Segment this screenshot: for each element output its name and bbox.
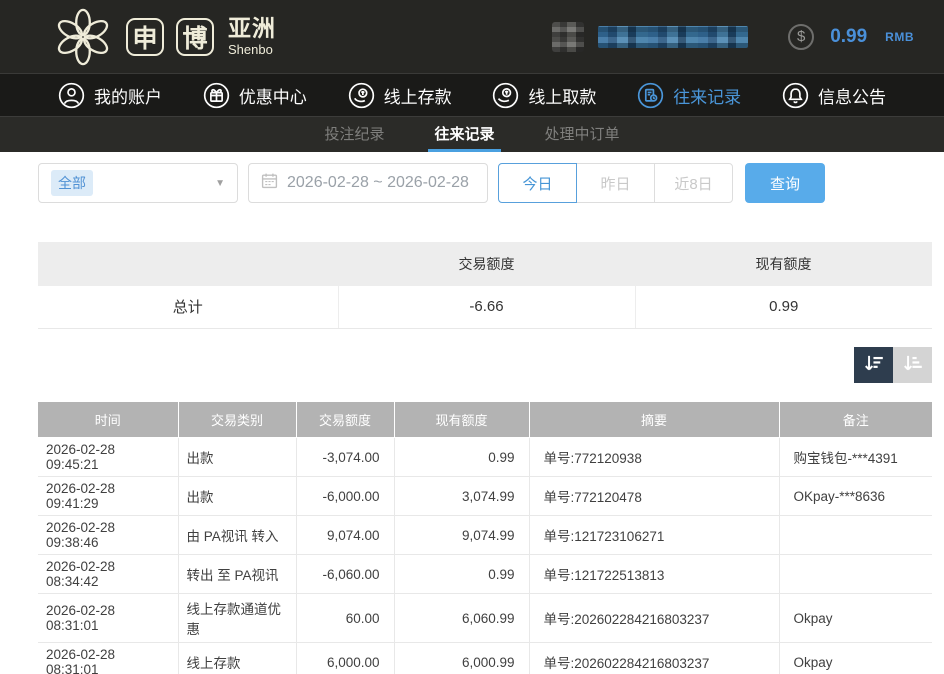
summary-trade-total: -6.66	[338, 286, 635, 328]
date-range-picker[interactable]: 2026-02-28 ~ 2026-02-28	[248, 163, 488, 203]
nav-item-deposit[interactable]: 线上存款	[348, 82, 452, 109]
bell-icon	[782, 82, 809, 109]
brand-logo: 申 博 亚洲 Shenbo	[52, 6, 276, 68]
summary-total-row: 总计 -6.66 0.99	[38, 286, 932, 328]
avatar	[552, 22, 584, 52]
table-row: 2026-02-28 08:31:01 线上存款通道优惠 60.00 6,060…	[38, 594, 932, 643]
calendar-icon	[261, 172, 278, 194]
sort-controls	[38, 347, 932, 383]
col-header-summary: 摘要	[529, 402, 779, 438]
chevron-down-icon: ▼	[215, 178, 225, 189]
sort-ascending-button[interactable]	[893, 347, 932, 383]
col-header-time: 时间	[38, 402, 178, 438]
nav-item-announcements[interactable]: 信息公告	[782, 82, 886, 109]
deposit-icon	[348, 82, 375, 109]
brand-char-shen: 申	[126, 18, 164, 56]
nav-item-withdraw[interactable]: 线上取款	[492, 82, 596, 109]
type-select-value: 全部	[51, 170, 93, 196]
sort-ascending-icon	[902, 352, 924, 377]
summary-header-trade: 交易额度	[338, 242, 635, 286]
summary-total-label: 总计	[38, 286, 338, 328]
nav-item-promotions[interactable]: 优惠中心	[203, 82, 307, 109]
yesterday-button[interactable]: 昨日	[576, 163, 655, 203]
tab-betting-records[interactable]: 投注纪录	[318, 117, 390, 152]
gift-icon	[203, 82, 230, 109]
table-row: 2026-02-28 08:34:42 转出 至 PA视讯 -6,060.00 …	[38, 555, 932, 594]
col-header-amount: 交易额度	[296, 402, 394, 438]
quick-range-group: 今日 昨日 近8日	[498, 163, 733, 203]
dollar-coin-icon: $	[788, 24, 814, 50]
main-nav: 我的账户 优惠中心 线上存款 线上取款 往来记录 信息公告	[0, 73, 944, 116]
table-row: 2026-02-28 09:38:46 由 PA视讯 转入 9,074.00 9…	[38, 516, 932, 555]
nav-item-my-account[interactable]: 我的账户	[58, 82, 162, 109]
flower-logo-icon	[52, 6, 114, 68]
table-row: 2026-02-28 09:41:29 出款 -6,000.00 3,074.9…	[38, 477, 932, 516]
last-8-days-button[interactable]: 近8日	[654, 163, 733, 203]
col-header-type: 交易类别	[178, 402, 296, 438]
nav-item-transactions[interactable]: 往来记录	[637, 82, 741, 109]
summary-header-empty	[38, 242, 338, 286]
brand-region: 亚洲	[228, 17, 276, 40]
brand-char-bo: 博	[176, 18, 214, 56]
withdraw-icon	[492, 82, 519, 109]
username-blurred	[598, 26, 748, 48]
sort-descending-button[interactable]	[854, 347, 893, 383]
today-button[interactable]: 今日	[498, 163, 577, 203]
tab-pending-orders[interactable]: 处理中订单	[539, 117, 626, 152]
balance-currency: RMB	[885, 30, 914, 44]
table-row: 2026-02-28 09:45:21 出款 -3,074.00 0.99 单号…	[38, 438, 932, 477]
records-icon	[637, 82, 664, 109]
tab-transaction-records[interactable]: 往来记录	[428, 117, 500, 152]
summary-table: 交易额度 现有额度 总计 -6.66 0.99	[38, 242, 932, 329]
sub-nav: 投注纪录 往来记录 处理中订单	[0, 116, 944, 152]
top-header: 申 博 亚洲 Shenbo $ 0.99 RMB	[0, 0, 944, 73]
brand-subtitle: Shenbo	[228, 43, 276, 56]
query-button[interactable]: 查询	[745, 163, 825, 203]
summary-balance-total: 0.99	[635, 286, 932, 328]
col-header-note: 备注	[779, 402, 932, 438]
col-header-balance: 现有额度	[394, 402, 529, 438]
records-table: 时间 交易类别 交易额度 现有额度 摘要 备注 2026-02-28 09:45…	[38, 402, 932, 674]
summary-header-balance: 现有额度	[635, 242, 932, 286]
type-select-dropdown[interactable]: 全部 ▼	[38, 163, 238, 203]
table-row: 2026-02-28 08:31:01 线上存款 6,000.00 6,000.…	[38, 643, 932, 674]
date-range-value: 2026-02-28 ~ 2026-02-28	[287, 174, 469, 192]
records-header-row: 时间 交易类别 交易额度 现有额度 摘要 备注	[38, 402, 932, 438]
filter-row: 全部 ▼ 2026-02-28 ~ 2026-02-28 今日 昨日 近8日 查…	[38, 163, 932, 203]
user-icon	[58, 82, 85, 109]
balance-amount: 0.99	[830, 26, 867, 48]
sort-descending-icon	[863, 352, 885, 377]
